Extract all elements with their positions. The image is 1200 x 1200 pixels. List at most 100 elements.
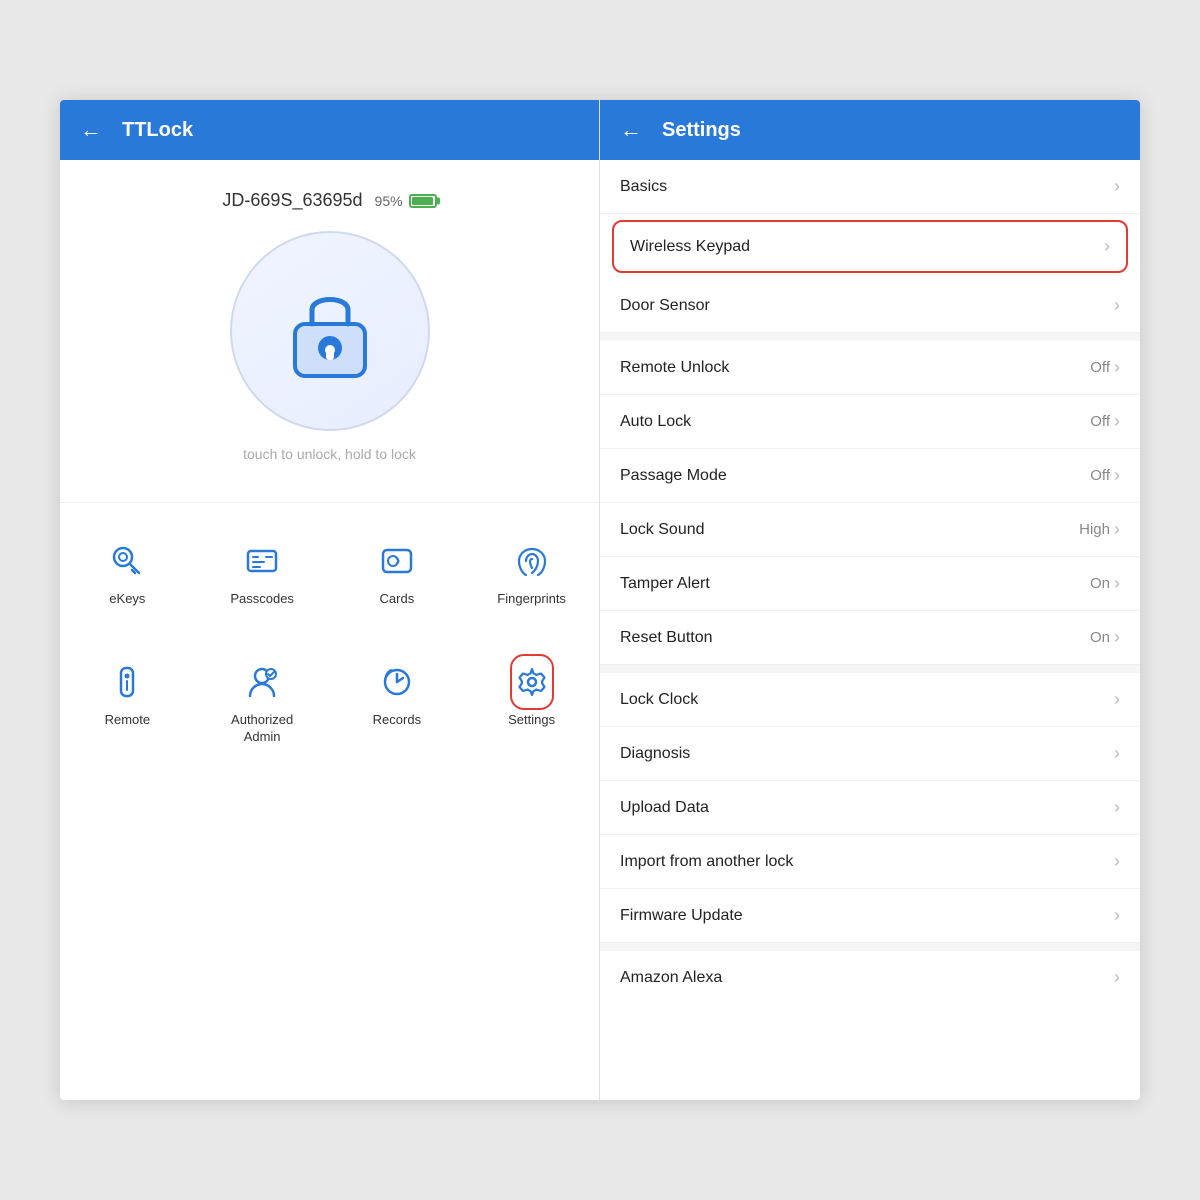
left-back-button[interactable]: ←	[80, 117, 102, 143]
authorized-admin-icon	[240, 660, 284, 704]
remote-unlock-value: Off	[1090, 359, 1110, 376]
basics-text: Basics	[620, 178, 667, 196]
wireless-keypad-chevron: ›	[1104, 236, 1110, 257]
settings-item-tamper-alert[interactable]: Tamper Alert On ›	[600, 557, 1140, 611]
nav-ekeys[interactable]: eKeys	[60, 523, 195, 624]
wireless-keypad-right: ›	[1104, 236, 1110, 257]
ekeys-icon	[105, 539, 149, 583]
settings-item-auto-lock[interactable]: Auto Lock Off ›	[600, 395, 1140, 449]
upload-data-text: Upload Data	[620, 799, 709, 817]
cards-label: Cards	[380, 591, 415, 608]
settings-icon-box	[510, 654, 554, 710]
nav-settings[interactable]: Settings	[464, 644, 599, 762]
settings-item-remote-unlock[interactable]: Remote Unlock Off ›	[600, 341, 1140, 395]
fingerprints-icon	[510, 539, 554, 583]
basics-right: ›	[1114, 176, 1120, 197]
section-divider-1	[600, 333, 1140, 341]
tamper-alert-right: On ›	[1090, 573, 1120, 594]
passcodes-icon	[240, 539, 284, 583]
auto-lock-right: Off ›	[1090, 411, 1120, 432]
auto-lock-text: Auto Lock	[620, 413, 691, 431]
amazon-alexa-right: ›	[1114, 967, 1120, 988]
settings-item-passage-mode[interactable]: Passage Mode Off ›	[600, 449, 1140, 503]
passage-mode-chevron: ›	[1114, 465, 1120, 486]
reset-button-right: On ›	[1090, 627, 1120, 648]
auto-lock-chevron: ›	[1114, 411, 1120, 432]
settings-item-upload-data[interactable]: Upload Data ›	[600, 781, 1140, 835]
nav-cards[interactable]: Cards	[330, 523, 465, 624]
passage-mode-text: Passage Mode	[620, 467, 727, 485]
settings-item-import-another[interactable]: Import from another lock ›	[600, 835, 1140, 889]
nav-remote[interactable]: Remote	[60, 644, 195, 762]
nav-authorized-admin[interactable]: AuthorizedAdmin	[195, 644, 330, 762]
left-header: ← TTLock	[60, 100, 599, 160]
lock-clock-text: Lock Clock	[620, 691, 698, 709]
settings-item-wireless-keypad[interactable]: Wireless Keypad ›	[612, 220, 1128, 273]
left-panel: ← TTLock JD-669S_63695d 95%	[60, 100, 600, 1100]
left-header-title: TTLock	[122, 119, 193, 142]
battery-info: 95%	[375, 193, 437, 209]
upload-data-chevron: ›	[1114, 797, 1120, 818]
passage-mode-right: Off ›	[1090, 465, 1120, 486]
divider-1	[60, 502, 599, 503]
door-sensor-text: Door Sensor	[620, 297, 710, 315]
records-icon	[375, 660, 419, 704]
ekeys-label: eKeys	[109, 591, 145, 608]
settings-item-diagnosis[interactable]: Diagnosis ›	[600, 727, 1140, 781]
settings-item-lock-sound[interactable]: Lock Sound High ›	[600, 503, 1140, 557]
records-label: Records	[373, 712, 421, 729]
amazon-alexa-text: Amazon Alexa	[620, 969, 722, 987]
right-panel: ← Settings Basics › Wireless Keypad › D	[600, 100, 1140, 1100]
import-another-text: Import from another lock	[620, 853, 793, 871]
lock-sound-text: Lock Sound	[620, 521, 705, 539]
amazon-alexa-chevron: ›	[1114, 967, 1120, 988]
section-divider-3	[600, 943, 1140, 951]
tamper-alert-chevron: ›	[1114, 573, 1120, 594]
diagnosis-text: Diagnosis	[620, 745, 690, 763]
nav-passcodes[interactable]: Passcodes	[195, 523, 330, 624]
settings-item-basics[interactable]: Basics ›	[600, 160, 1140, 214]
settings-back-button[interactable]: ←	[620, 117, 642, 143]
reset-button-chevron: ›	[1114, 627, 1120, 648]
passcodes-label: Passcodes	[230, 591, 294, 608]
fingerprints-label: Fingerprints	[497, 591, 566, 608]
lock-sound-value: High	[1079, 521, 1110, 538]
settings-item-lock-clock[interactable]: Lock Clock ›	[600, 673, 1140, 727]
lock-clock-right: ›	[1114, 689, 1120, 710]
auto-lock-value: Off	[1090, 413, 1110, 430]
upload-data-right: ›	[1114, 797, 1120, 818]
grid-row-1: eKeys Passcodes	[60, 513, 599, 634]
lock-circle[interactable]	[230, 231, 430, 431]
remote-unlock-text: Remote Unlock	[620, 359, 729, 377]
battery-bar	[409, 194, 437, 208]
settings-header: ← Settings	[600, 100, 1140, 160]
reset-button-text: Reset Button	[620, 629, 713, 647]
wireless-keypad-text: Wireless Keypad	[630, 238, 750, 256]
settings-item-door-sensor[interactable]: Door Sensor ›	[600, 279, 1140, 333]
tamper-alert-value: On	[1090, 575, 1110, 592]
grid-row-2: Remote AuthorizedAdmin	[60, 634, 599, 772]
device-name-row: JD-669S_63695d 95%	[222, 190, 436, 211]
firmware-update-chevron: ›	[1114, 905, 1120, 926]
door-sensor-right: ›	[1114, 295, 1120, 316]
remote-label: Remote	[105, 712, 151, 729]
lock-sound-chevron: ›	[1114, 519, 1120, 540]
remote-unlock-chevron: ›	[1114, 357, 1120, 378]
lock-clock-chevron: ›	[1114, 689, 1120, 710]
basics-chevron: ›	[1114, 176, 1120, 197]
settings-item-firmware-update[interactable]: Firmware Update ›	[600, 889, 1140, 943]
settings-item-reset-button[interactable]: Reset Button On ›	[600, 611, 1140, 665]
settings-item-amazon-alexa[interactable]: Amazon Alexa ›	[600, 951, 1140, 1004]
section-divider-2	[600, 665, 1140, 673]
import-another-chevron: ›	[1114, 851, 1120, 872]
authorized-admin-label: AuthorizedAdmin	[231, 712, 293, 746]
app-container: ← TTLock JD-669S_63695d 95%	[60, 100, 1140, 1100]
import-another-right: ›	[1114, 851, 1120, 872]
remote-icon	[105, 660, 149, 704]
nav-records[interactable]: Records	[330, 644, 465, 762]
door-sensor-chevron: ›	[1114, 295, 1120, 316]
settings-label: Settings	[508, 712, 555, 729]
remote-unlock-right: Off ›	[1090, 357, 1120, 378]
diagnosis-chevron: ›	[1114, 743, 1120, 764]
nav-fingerprints[interactable]: Fingerprints	[464, 523, 599, 624]
